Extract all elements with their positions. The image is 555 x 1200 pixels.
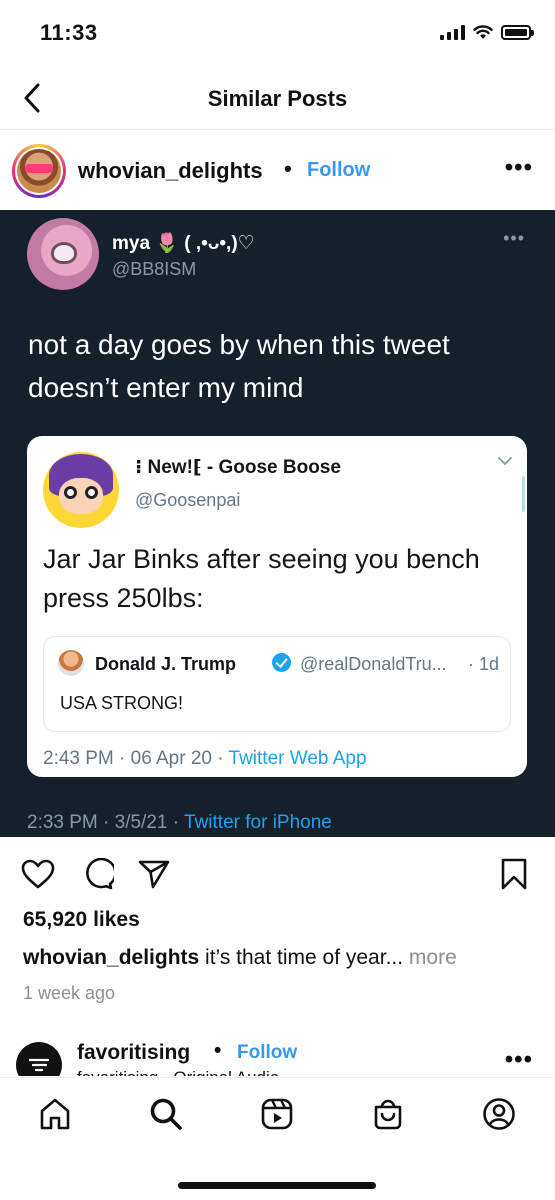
post-caption: whovian_delights it’s that time of year.…	[23, 946, 457, 970]
more-options-button[interactable]: •••	[505, 1046, 533, 1074]
next-post-username[interactable]: favoritising	[77, 1041, 190, 1065]
quoted-tweet-text: Jar Jar Binks after seeing you bench pre…	[43, 544, 480, 613]
tweet-text: not a day goes by when this tweet doesn’…	[28, 329, 450, 403]
quoted-tweet-meta: 2:43 PM · 06 Apr 20 · Twitter Web App	[43, 748, 367, 770]
post-time-ago: 1 week ago	[23, 983, 116, 1003]
comment-button[interactable]	[80, 856, 116, 892]
tweet-source: Twitter for iPhone	[184, 812, 332, 833]
status-icons	[440, 24, 534, 40]
status-bar: 11:33	[0, 0, 555, 66]
wifi-icon	[473, 24, 493, 39]
save-button[interactable]	[496, 856, 532, 892]
profile-icon	[483, 1098, 515, 1130]
nested-tweet-time: · 1d	[468, 654, 500, 674]
nav-bar: Similar Posts	[0, 66, 555, 130]
tweet-more-icon: •••	[503, 228, 525, 248]
nested-tweet-name: Donald J. Trump	[95, 654, 237, 674]
share-button[interactable]	[136, 856, 172, 892]
more-options-button[interactable]: •••	[505, 154, 533, 182]
reels-icon	[261, 1098, 293, 1130]
caption-text: it’s that time of year...	[199, 946, 409, 969]
page-title: Similar Posts	[207, 86, 348, 111]
tab-profile[interactable]	[481, 1096, 517, 1132]
next-post-audio[interactable]: favoritising · Original Audio	[77, 1068, 279, 1076]
battery-icon	[501, 24, 534, 40]
heart-icon	[21, 859, 55, 889]
quoted-tweet-handle: @Goosenpai	[135, 490, 241, 510]
tweet-display-name: mya 🌷 ( ,•ᴗ•,)♡	[112, 233, 255, 254]
shop-icon	[374, 1099, 402, 1130]
caption-more-link[interactable]: more	[409, 946, 457, 969]
follow-button[interactable]: Follow	[307, 159, 370, 182]
share-icon	[138, 860, 170, 889]
bottom-tab-bar	[0, 1077, 555, 1200]
quoted-tweet-source: Twitter Web App	[228, 748, 367, 769]
tab-reels[interactable]	[259, 1096, 295, 1132]
bookmark-icon	[501, 858, 527, 890]
home-indicator	[178, 1182, 376, 1189]
tweet-handle: @BB8ISM	[112, 259, 197, 279]
tweet-timestamp: 2:33 PM · 3/5/21 ·	[27, 812, 185, 833]
nested-tweet-text: USA STRONG!	[60, 693, 184, 713]
nested-quoted-tweet: Donald J. Trump @realDonaldTru... · 1d U…	[43, 636, 511, 732]
verified-badge-icon	[272, 653, 291, 672]
tab-search[interactable]	[148, 1096, 184, 1132]
follow-button[interactable]: Follow	[237, 1042, 297, 1064]
brand-logo-icon	[28, 1058, 50, 1072]
avatar[interactable]	[12, 144, 66, 198]
comment-icon	[86, 858, 114, 890]
avatar[interactable]	[16, 1042, 62, 1076]
caption-username[interactable]: whovian_delights	[23, 946, 199, 969]
quoted-tweet-avatar	[43, 452, 119, 528]
scroll-indicator	[522, 476, 525, 512]
separator-dot: •	[214, 1039, 222, 1062]
quoted-tweet-display-name: ⁝ New!⁅ - Goose Boose	[135, 457, 341, 478]
quoted-tweet-card: ⁝ New!⁅ - Goose Boose @Goosenpai Jar Jar…	[27, 436, 527, 777]
action-bar	[0, 850, 555, 900]
separator-dot: •	[284, 156, 292, 181]
nested-tweet-avatar	[58, 650, 84, 676]
signal-icon	[440, 24, 465, 40]
post-username[interactable]: whovian_delights	[78, 158, 263, 184]
quoted-tweet-timestamp: 2:43 PM · 06 Apr 20 ·	[43, 748, 229, 769]
home-icon	[40, 1098, 70, 1130]
nested-tweet-handle: @realDonaldTru...	[300, 654, 447, 674]
like-button[interactable]	[20, 856, 56, 892]
tweet-avatar	[27, 218, 99, 290]
tab-home[interactable]	[37, 1096, 73, 1132]
search-icon	[150, 1098, 182, 1130]
likes-count[interactable]: 65,920 likes	[23, 908, 140, 932]
next-post-header: favoritising • Follow favoritising · Ori…	[0, 1030, 555, 1076]
tab-shop[interactable]	[370, 1096, 406, 1132]
tweet-meta: 2:33 PM · 3/5/21 · Twitter for iPhone	[27, 812, 332, 834]
post-image[interactable]: mya 🌷 ( ,•ᴗ•,)♡ @BB8ISM ••• not a day go…	[0, 210, 555, 837]
post-header: whovian_delights • Follow •••	[0, 130, 555, 210]
chevron-down-icon	[498, 457, 512, 466]
status-time: 11:33	[40, 20, 98, 45]
